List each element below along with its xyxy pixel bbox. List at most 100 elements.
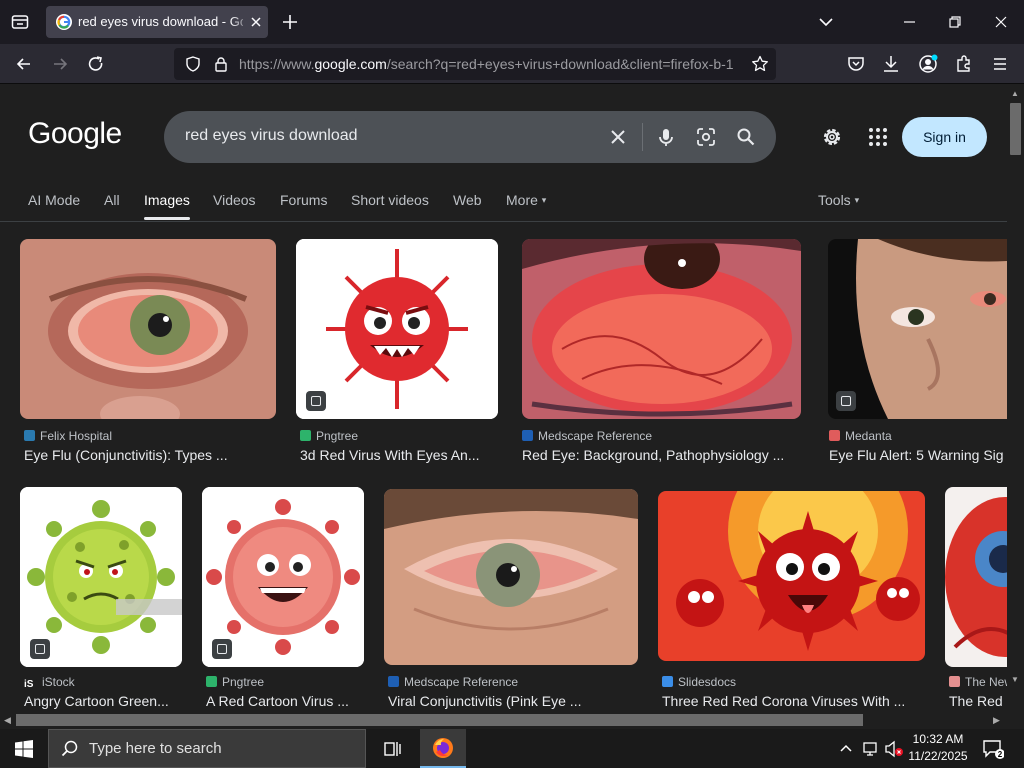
result-thumbnail[interactable] <box>296 239 498 419</box>
close-tab-icon[interactable] <box>248 14 264 30</box>
windows-taskbar: Type here to search 10:32 AM 11/22/2025 … <box>0 729 1024 768</box>
search-box[interactable]: red eyes virus download <box>164 111 776 163</box>
site-favicon-icon <box>388 676 399 687</box>
result-source[interactable]: Medanta <box>829 429 892 443</box>
lock-icon[interactable] <box>212 55 230 73</box>
clear-search-icon[interactable] <box>608 127 628 147</box>
result-caption[interactable]: A Red Cartoon Virus ... <box>206 693 362 709</box>
tab-short-videos[interactable]: Short videos <box>351 192 429 208</box>
firefox-icon <box>432 737 454 759</box>
result-thumbnail[interactable] <box>202 487 364 667</box>
result-source[interactable]: Pngtree <box>206 675 264 689</box>
reload-icon[interactable] <box>86 54 106 74</box>
result-caption[interactable]: Red Eye: Background, Pathophysiology ... <box>522 447 801 463</box>
result-source[interactable]: The New <box>949 675 1007 689</box>
tools-button[interactable]: Tools ▾ <box>818 192 859 208</box>
site-favicon-icon <box>206 676 217 687</box>
site-favicon-icon <box>662 676 673 687</box>
result-source[interactable]: Medscape Reference <box>522 429 652 443</box>
address-bar[interactable]: https://www.google.com/search?q=red+eyes… <box>174 48 776 80</box>
result-source[interactable]: Medscape Reference <box>388 675 518 689</box>
account-icon[interactable] <box>918 54 938 74</box>
result-caption[interactable]: Eye Flu Alert: 5 Warning Sig <box>829 447 1007 463</box>
firefox-taskbar-button[interactable] <box>420 729 466 768</box>
vertical-scrollbar-thumb[interactable] <box>1010 103 1021 155</box>
task-view-icon[interactable] <box>382 739 402 759</box>
result-source[interactable]: iS iStock <box>24 675 75 690</box>
taskbar-search-box[interactable]: Type here to search <box>48 729 366 768</box>
result-caption[interactable]: Viral Conjunctivitis (Pink Eye ... <box>388 693 628 709</box>
scroll-up-arrow-icon[interactable]: ▲ <box>1011 89 1019 98</box>
bookmark-star-icon[interactable] <box>750 54 770 74</box>
site-favicon-icon: iS <box>24 679 37 690</box>
settings-gear-icon[interactable] <box>820 125 844 149</box>
windows-start-icon[interactable] <box>14 739 34 759</box>
tab-images[interactable]: Images <box>144 192 190 208</box>
close-window-icon[interactable] <box>991 12 1011 32</box>
active-tab[interactable]: red eyes virus download - Goog <box>46 6 268 38</box>
result-caption[interactable]: Three Red Red Corona Viruses With ... <box>662 693 924 709</box>
downloads-icon[interactable] <box>881 54 901 74</box>
result-thumbnail[interactable] <box>384 489 638 665</box>
menu-hamburger-icon[interactable] <box>990 54 1010 74</box>
result-thumbnail[interactable] <box>20 487 182 667</box>
search-input[interactable]: red eyes virus download <box>185 127 358 145</box>
horizontal-scrollbar-thumb[interactable] <box>16 714 863 726</box>
scroll-left-arrow-icon[interactable]: ◀ <box>4 715 11 726</box>
network-icon[interactable] <box>862 740 880 758</box>
result-source[interactable]: Slidesdocs <box>662 675 736 689</box>
pocket-icon[interactable] <box>846 54 866 74</box>
google-favicon-icon <box>56 14 72 30</box>
notification-center-icon[interactable]: 2 <box>982 739 1004 759</box>
result-thumbnail[interactable] <box>522 239 801 419</box>
tab-ai-mode[interactable]: AI Mode <box>28 192 80 208</box>
result-source[interactable]: Pngtree <box>300 429 358 443</box>
vertical-scrollbar[interactable]: ▲ ▼ <box>1007 85 1024 712</box>
tab-forums[interactable]: Forums <box>280 192 327 208</box>
url-text[interactable]: https://www.google.com/search?q=red+eyes… <box>239 56 739 72</box>
lens-camera-icon[interactable] <box>696 127 716 147</box>
forward-icon[interactable] <box>50 54 70 74</box>
tab-more[interactable]: More ▾ <box>506 192 546 208</box>
chevron-down-icon: ▾ <box>541 195 547 205</box>
back-icon[interactable] <box>14 54 34 74</box>
svg-text:2: 2 <box>998 750 1003 759</box>
active-tab-indicator <box>144 217 190 220</box>
sign-in-button[interactable]: Sign in <box>902 117 987 157</box>
result-thumbnail[interactable] <box>20 239 276 419</box>
tab-all[interactable]: All <box>104 192 120 208</box>
taskbar-search-placeholder: Type here to search <box>89 740 222 757</box>
show-hidden-icons-chevron-icon[interactable] <box>838 741 854 757</box>
extensions-icon[interactable] <box>954 54 974 74</box>
system-clock[interactable]: 10:32 AM 11/22/2025 <box>906 731 970 765</box>
result-thumbnail[interactable] <box>828 239 1007 419</box>
result-thumbnail[interactable] <box>658 491 925 661</box>
chevron-down-icon: ▾ <box>854 195 860 205</box>
site-favicon-icon <box>24 430 35 441</box>
result-thumbnail[interactable] <box>945 487 1007 667</box>
result-caption[interactable]: The Red <box>949 693 1007 709</box>
scroll-right-arrow-icon[interactable]: ▶ <box>993 715 1000 726</box>
list-all-tabs-icon[interactable] <box>816 12 836 32</box>
volume-muted-icon[interactable] <box>884 740 904 758</box>
scroll-down-arrow-icon[interactable]: ▼ <box>1011 675 1019 684</box>
tab-videos[interactable]: Videos <box>213 192 256 208</box>
voice-search-mic-icon[interactable] <box>656 127 676 147</box>
tab-web[interactable]: Web <box>453 192 482 208</box>
result-caption[interactable]: Angry Cartoon Green... <box>24 693 180 709</box>
google-apps-grid-icon[interactable] <box>866 125 890 149</box>
result-source[interactable]: Felix Hospital <box>24 429 112 443</box>
new-tab-icon[interactable] <box>280 12 300 32</box>
navigation-toolbar: https://www.google.com/search?q=red+eyes… <box>0 44 1024 84</box>
result-caption[interactable]: Eye Flu (Conjunctivitis): Types ... <box>24 447 274 463</box>
image-badge-icon <box>306 391 326 411</box>
google-logo[interactable]: Google <box>28 117 122 151</box>
search-icon <box>61 740 79 758</box>
clock-date: 11/22/2025 <box>908 749 968 763</box>
restore-icon[interactable] <box>945 12 965 32</box>
tab-list-icon[interactable] <box>10 12 30 32</box>
minimize-icon[interactable] <box>900 12 920 32</box>
result-caption[interactable]: 3d Red Virus With Eyes An... <box>300 447 496 463</box>
tracking-protection-shield-icon[interactable] <box>184 55 202 73</box>
search-icon[interactable] <box>736 127 756 147</box>
